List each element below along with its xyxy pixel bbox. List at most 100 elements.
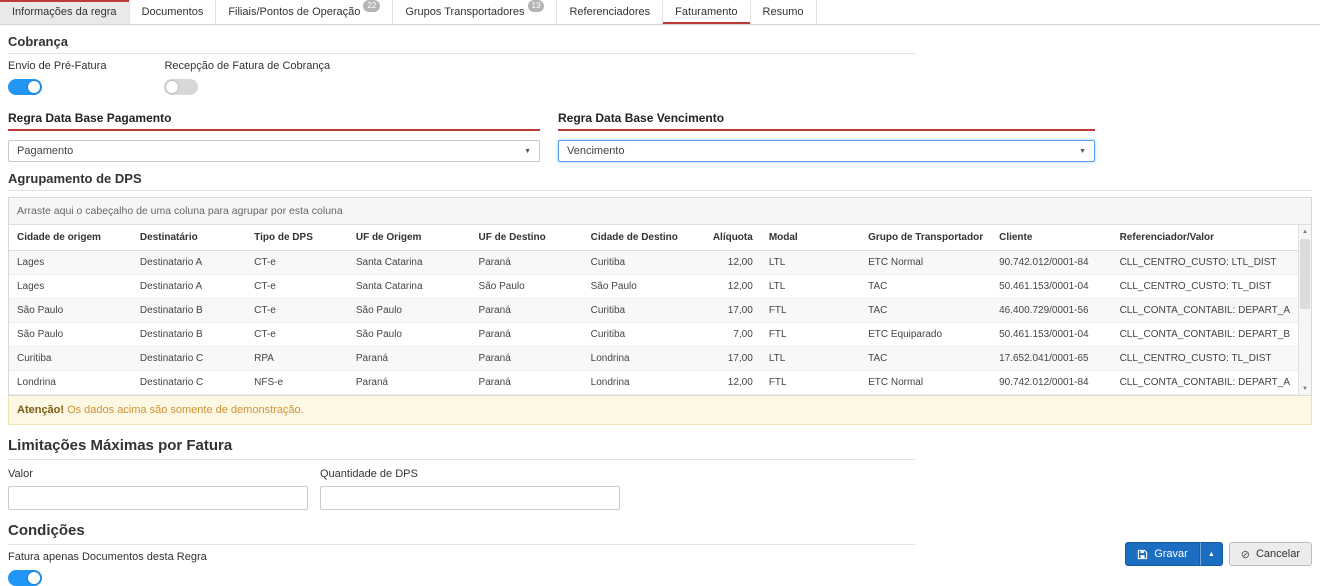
save-button-label: Gravar xyxy=(1154,548,1188,560)
table-cell: São Paulo xyxy=(583,275,705,299)
table-cell: Santa Catarina xyxy=(348,251,471,275)
tab-faturamento[interactable]: Faturamento xyxy=(663,0,750,24)
envio-pre-fatura-toggle[interactable] xyxy=(8,79,42,95)
tab-documentos[interactable]: Documentos xyxy=(130,0,217,24)
valor-field-group: Valor xyxy=(8,468,308,510)
table-cell: 7,00 xyxy=(705,323,761,347)
toggle-knob xyxy=(28,572,40,584)
column-header[interactable]: UF de Destino xyxy=(471,225,583,251)
valor-label: Valor xyxy=(8,468,308,480)
table-row[interactable]: CuritibaDestinatario CRPAParanáParanáLon… xyxy=(9,347,1298,371)
table-cell: São Paulo xyxy=(348,323,471,347)
column-header[interactable]: Referenciador/Valor xyxy=(1112,225,1298,251)
column-header[interactable]: Grupo de Transportador xyxy=(860,225,991,251)
chevron-down-icon: ▼ xyxy=(1079,148,1086,155)
dps-table: Cidade de origemDestinatárioTipo de DPSU… xyxy=(9,225,1298,395)
regra-pagamento-column: Regra Data Base Pagamento Pagamento ▼ xyxy=(8,111,540,162)
column-header[interactable]: Alíquota xyxy=(705,225,761,251)
tab-bar: Informações da regra Documentos Filiais/… xyxy=(0,0,1320,25)
table-cell: 17,00 xyxy=(705,299,761,323)
toggle-label: Recepção de Fatura de Cobrança xyxy=(164,60,330,72)
table-cell: 90.742.012/0001-84 xyxy=(991,251,1111,275)
table-cell: 12,00 xyxy=(705,371,761,395)
cancel-icon: ⊘ xyxy=(1241,548,1250,561)
toggle-knob xyxy=(166,81,178,93)
table-cell: Paraná xyxy=(471,347,583,371)
quantidade-dps-field-group: Quantidade de DPS xyxy=(320,468,620,510)
table-cell: São Paulo xyxy=(471,275,583,299)
table-cell: Paraná xyxy=(471,251,583,275)
table-cell: LTL xyxy=(761,275,860,299)
tab-referenciadores[interactable]: Referenciadores xyxy=(557,0,663,24)
cancel-button[interactable]: ⊘ Cancelar xyxy=(1229,542,1312,566)
table-cell: Paraná xyxy=(348,347,471,371)
table-cell: Destinatario B xyxy=(132,323,246,347)
table-cell: CT-e xyxy=(246,275,348,299)
tab-label: Grupos Transportadores xyxy=(405,6,524,18)
grid-group-drop-area[interactable]: Arraste aqui o cabeçalho de uma coluna p… xyxy=(9,198,1311,225)
scroll-up-icon[interactable]: ▲ xyxy=(1299,225,1311,238)
table-cell: Destinatario C xyxy=(132,371,246,395)
regra-pagamento-select[interactable]: Pagamento ▼ xyxy=(8,140,540,162)
table-row[interactable]: LondrinaDestinatario CNFS-eParanáParanáL… xyxy=(9,371,1298,395)
table-cell: Curitiba xyxy=(583,251,705,275)
table-cell: Curitiba xyxy=(9,347,132,371)
table-cell: FTL xyxy=(761,371,860,395)
table-cell: CT-e xyxy=(246,299,348,323)
limitacoes-fields: Valor Quantidade de DPS xyxy=(8,468,1312,510)
table-cell: Destinatario A xyxy=(132,251,246,275)
table-cell: 90.742.012/0001-84 xyxy=(991,371,1111,395)
recepcao-fatura-toggle[interactable] xyxy=(164,79,198,95)
save-options-button[interactable]: ▲ xyxy=(1200,542,1223,566)
column-header[interactable]: Modal xyxy=(761,225,860,251)
scrollbar-track[interactable] xyxy=(1299,238,1311,382)
tab-informacoes-da-regra[interactable]: Informações da regra xyxy=(0,0,130,24)
table-cell: 12,00 xyxy=(705,251,761,275)
recepcao-fatura-group: Recepção de Fatura de Cobrança xyxy=(164,60,330,95)
scroll-down-icon[interactable]: ▼ xyxy=(1299,382,1311,395)
fatura-apenas-documentos-group: Fatura apenas Documentos desta Regra xyxy=(8,551,207,586)
table-cell: CLL_CENTRO_CUSTO: TL_DIST xyxy=(1112,347,1298,371)
table-cell: São Paulo xyxy=(9,299,132,323)
column-header[interactable]: Cliente xyxy=(991,225,1111,251)
cobranca-toggles: Envio de Pré-Fatura Recepção de Fatura d… xyxy=(8,60,1312,95)
tab-label: Referenciadores xyxy=(569,6,650,18)
table-row[interactable]: LagesDestinatario ACT-eSanta CatarinaPar… xyxy=(9,251,1298,275)
table-row[interactable]: São PauloDestinatario BCT-eSão PauloPara… xyxy=(9,323,1298,347)
fatura-apenas-documentos-toggle[interactable] xyxy=(8,570,42,586)
tab-resumo[interactable]: Resumo xyxy=(751,0,817,24)
table-cell: CLL_CONTA_CONTABIL: DEPART_A xyxy=(1112,371,1298,395)
quantidade-dps-input[interactable] xyxy=(320,486,620,510)
tab-filiais-pontos-operacao[interactable]: Filiais/Pontos de Operação22 xyxy=(216,0,393,24)
chevron-up-icon: ▲ xyxy=(1208,551,1215,558)
table-cell: Lages xyxy=(9,251,132,275)
table-cell: Destinatario A xyxy=(132,275,246,299)
regra-data-base-row: Regra Data Base Pagamento Pagamento ▼ Re… xyxy=(8,111,1312,162)
scrollbar-thumb[interactable] xyxy=(1300,239,1310,309)
column-header[interactable]: UF de Origem xyxy=(348,225,471,251)
table-row[interactable]: São PauloDestinatario BCT-eSão PauloPara… xyxy=(9,299,1298,323)
count-badge: 22 xyxy=(363,0,380,12)
column-header[interactable]: Tipo de DPS xyxy=(246,225,348,251)
tab-grupos-transportadores[interactable]: Grupos Transportadores13 xyxy=(393,0,557,24)
column-header[interactable]: Cidade de Destino xyxy=(583,225,705,251)
column-header[interactable]: Cidade de origem xyxy=(9,225,132,251)
regra-vencimento-select[interactable]: Vencimento ▼ xyxy=(558,140,1095,162)
table-cell: São Paulo xyxy=(9,323,132,347)
toggle-knob xyxy=(28,81,40,93)
table-cell: CLL_CENTRO_CUSTO: TL_DIST xyxy=(1112,275,1298,299)
table-row[interactable]: LagesDestinatario ACT-eSanta CatarinaSão… xyxy=(9,275,1298,299)
table-cell: 12,00 xyxy=(705,275,761,299)
valor-input[interactable] xyxy=(8,486,308,510)
cancel-button-label: Cancelar xyxy=(1256,548,1300,560)
save-button[interactable]: Gravar xyxy=(1125,542,1200,566)
column-header[interactable]: Destinatário xyxy=(132,225,246,251)
tab-label: Documentos xyxy=(142,6,204,18)
table-cell: Santa Catarina xyxy=(348,275,471,299)
table-cell: Londrina xyxy=(583,371,705,395)
table-cell: TAC xyxy=(860,299,991,323)
table-cell: Destinatario C xyxy=(132,347,246,371)
table-cell: Destinatario B xyxy=(132,299,246,323)
vertical-scrollbar[interactable]: ▲ ▼ xyxy=(1298,225,1311,395)
table-cell: ETC Equiparado xyxy=(860,323,991,347)
